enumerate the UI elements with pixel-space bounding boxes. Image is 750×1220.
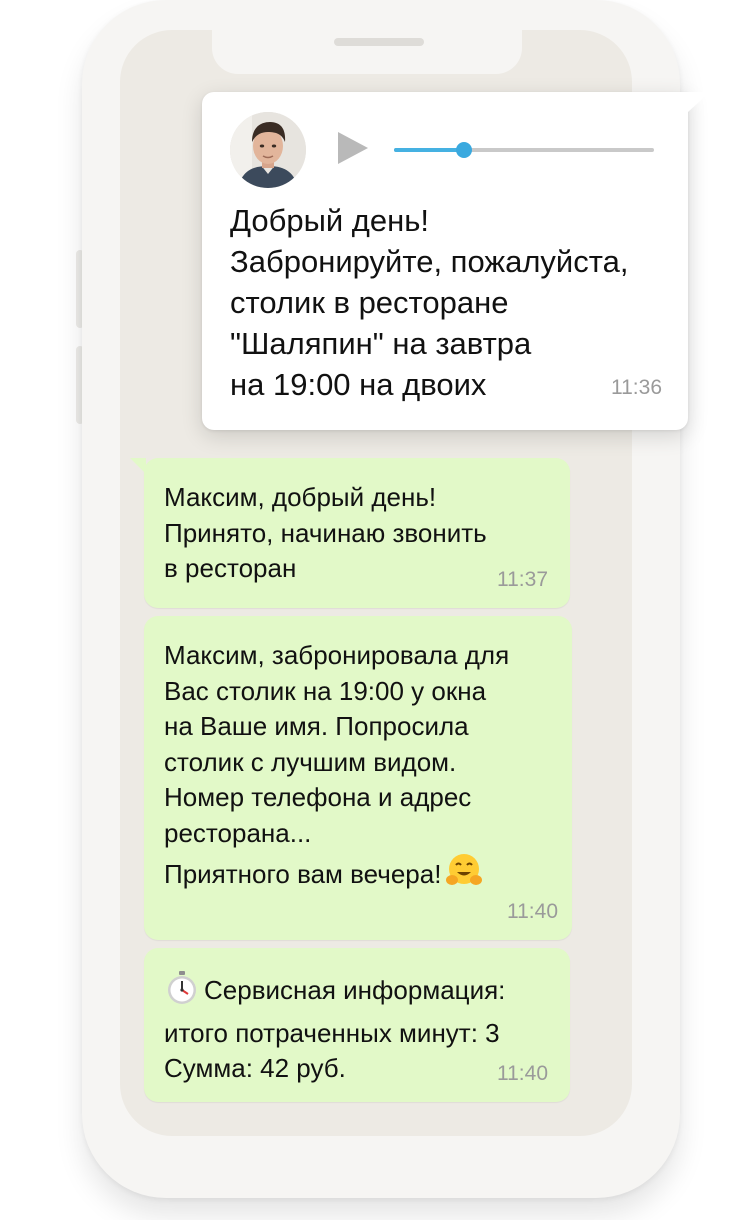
message-line: Максим, добрый день! <box>164 482 437 512</box>
message-line: Максим, забронировала для <box>164 640 510 670</box>
incoming-message[interactable]: Максим, добрый день! Принято, начинаю зв… <box>130 458 570 608</box>
avatar[interactable] <box>230 112 306 188</box>
message-line-with-emoji: Приятного вам вечера! <box>164 851 509 899</box>
message-line: в ресторан <box>164 553 297 583</box>
incoming-message[interactable]: Сервисная информация: итого потраченных … <box>144 948 570 1102</box>
message-text: Сервисная информация: итого потраченных … <box>164 970 505 1087</box>
voice-message-bubble[interactable]: Добрый день! Забронируйте, пожалуйста, с… <box>202 92 710 430</box>
message-line: ресторана... <box>164 817 312 848</box>
audio-progress-knob[interactable] <box>456 142 473 158</box>
message-timestamp: 11:36 <box>611 376 662 399</box>
message-line: Добрый день! <box>230 203 430 238</box>
message-text: Максим, добрый день! Принято, начинаю зв… <box>164 480 487 587</box>
message-timestamp: 11:40 <box>507 900 558 923</box>
hugging-face-icon <box>445 851 483 899</box>
message-line: Сервисная информация: <box>204 975 506 1005</box>
message-line: Номер телефона и адрес <box>164 782 472 812</box>
audio-progress-fill <box>394 148 465 152</box>
message-line-with-icon: Сервисная информация: <box>164 970 505 1016</box>
message-line: Вас столик на 19:00 у окна <box>164 675 487 706</box>
message-line: на 19:00 на двоих <box>230 367 487 402</box>
audio-progress-track[interactable] <box>394 142 654 158</box>
message-line: Забронируйте, пожалуйста, <box>230 244 629 279</box>
message-line: Приятного вам вечера! <box>164 859 442 889</box>
message-line: Принято, начинаю звонить <box>164 517 487 548</box>
incoming-message[interactable]: Максим, забронировала для Вас столик на … <box>144 616 572 940</box>
phone-notch <box>212 30 522 74</box>
voice-transcript: Добрый день! Забронируйте, пожалуйста, с… <box>230 200 670 405</box>
message-line: столик в ресторане <box>230 285 509 320</box>
play-icon[interactable] <box>338 132 368 164</box>
promo-stage: Добрый день! Забронируйте, пожалуйста, с… <box>0 0 750 1220</box>
stopwatch-icon <box>164 970 200 1016</box>
bubble-tail <box>130 458 146 474</box>
message-line: итого потраченных минут: 3 <box>164 1017 500 1048</box>
message-timestamp: 11:37 <box>497 568 548 591</box>
message-line: "Шаляпин" на завтра <box>230 326 532 361</box>
message-line: Сумма: 42 руб. <box>164 1053 346 1083</box>
message-line: столик с лучшим видом. <box>164 746 457 777</box>
phone-speaker <box>334 38 424 46</box>
message-line: на Ваше имя. Попросила <box>164 711 469 741</box>
bubble-tail <box>688 92 710 112</box>
message-text: Максим, забронировала для Вас столик на … <box>164 638 509 899</box>
message-timestamp: 11:40 <box>497 1062 548 1085</box>
